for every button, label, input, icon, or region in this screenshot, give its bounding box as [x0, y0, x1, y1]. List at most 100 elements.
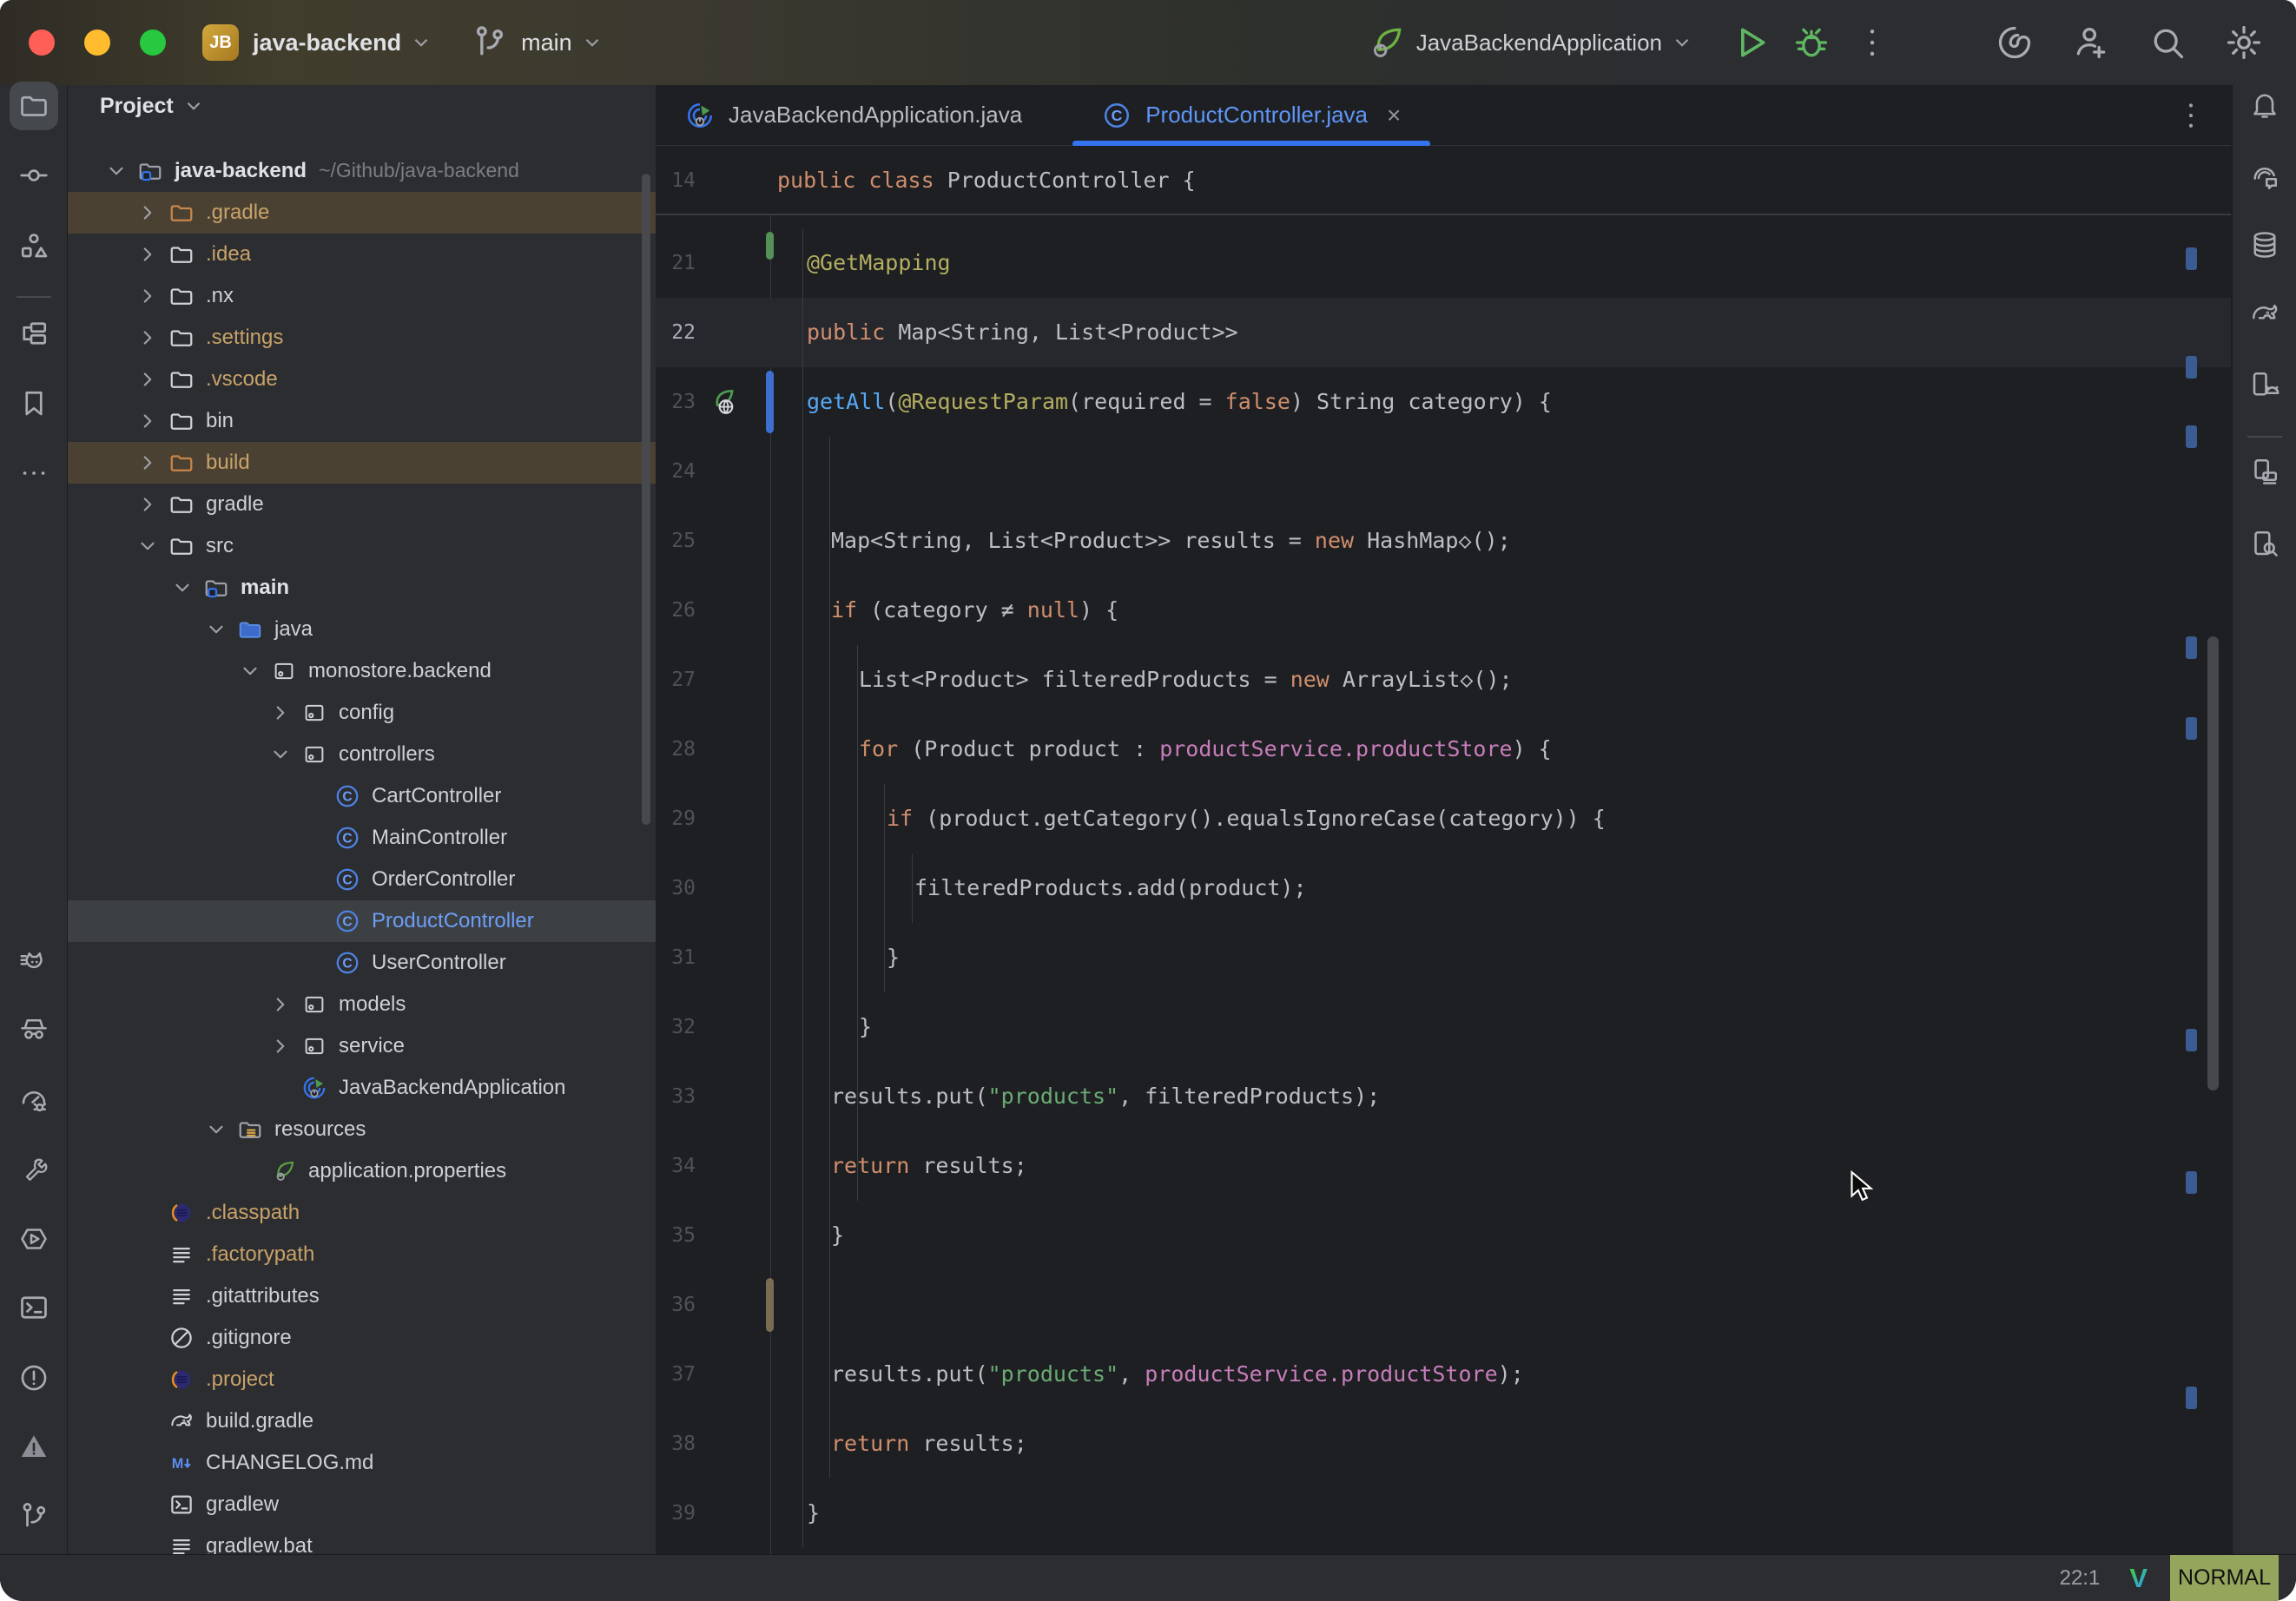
toolwindow-button-more-tool-windows[interactable]	[10, 449, 58, 497]
code-line-37[interactable]: 37results.put("products", productService…	[656, 1340, 2231, 1409]
add-user-icon[interactable]	[2072, 23, 2110, 62]
code-line-39[interactable]: 39}	[656, 1479, 2231, 1548]
tab-javabackendapplication[interactable]: JavaBackendApplication.java	[656, 85, 1052, 146]
tree-item-changelog-md[interactable]: MCHANGELOG.md	[68, 1442, 656, 1484]
tree-item-gradle[interactable]: gradle	[68, 484, 656, 525]
toolwindow-button-structure[interactable]	[10, 221, 58, 270]
code-line-27[interactable]: 27List<Product> filteredProducts = new A…	[656, 645, 2231, 715]
tree-item-config[interactable]: config	[68, 692, 656, 734]
project-tree-scrollbar[interactable]	[642, 174, 650, 825]
vim-mode-badge[interactable]: NORMAL	[2170, 1555, 2279, 1601]
run-configuration-select[interactable]: JavaBackendApplication	[1416, 30, 1662, 56]
code-line-36[interactable]: 36	[656, 1270, 2231, 1340]
error-stripe-changed-mark[interactable]	[2186, 1387, 2197, 1409]
error-stripe-changed-mark[interactable]	[2186, 717, 2197, 740]
code-line-26[interactable]: 26if (category ≠ null) {	[656, 576, 2231, 645]
kebab-menu-icon[interactable]	[1853, 23, 1891, 62]
toolwindow-button-bookmarks[interactable]	[10, 379, 58, 428]
tree-item-ordercontroller[interactable]: COrderController	[68, 859, 656, 900]
ai-assistant-icon[interactable]	[1996, 23, 2034, 62]
code-editor[interactable]: 21@GetMapping22public Map<String, List<P…	[656, 217, 2231, 1554]
chevron-right-icon[interactable]	[136, 285, 159, 307]
tree-item-service[interactable]: service	[68, 1025, 656, 1067]
chevron-down-icon[interactable]	[269, 743, 292, 766]
toolwindow-button-warnings[interactable]	[10, 1422, 58, 1471]
tree-item--nx[interactable]: .nx	[68, 275, 656, 317]
chevron-down-icon[interactable]	[136, 535, 159, 557]
caret-position[interactable]: 22:1	[2060, 1566, 2101, 1591]
code-line-22[interactable]: 22public Map<String, List<Product>>	[656, 298, 2231, 367]
code-line-30[interactable]: 30filteredProducts.add(product);	[656, 853, 2231, 923]
chevron-right-icon[interactable]	[136, 410, 159, 432]
tree-item--project[interactable]: .project	[68, 1359, 656, 1400]
tree-item--vscode[interactable]: .vscode	[68, 359, 656, 400]
close-window-button[interactable]	[29, 30, 55, 56]
code-line-14[interactable]: 14public class ProductController {	[656, 146, 2231, 215]
tree-item--gitattributes[interactable]: .gitattributes	[68, 1275, 656, 1317]
toolwindow-button-profiler[interactable]	[10, 1077, 58, 1125]
error-stripe-changed-mark[interactable]	[2186, 1029, 2197, 1051]
request-mapping-globe-icon[interactable]	[706, 385, 739, 418]
code-line-32[interactable]: 32}	[656, 992, 2231, 1062]
tree-item-maincontroller[interactable]: CMainController	[68, 817, 656, 859]
code-line-34[interactable]: 34return results;	[656, 1131, 2231, 1201]
error-stripe-changed-mark[interactable]	[2186, 425, 2197, 448]
code-line-38[interactable]: 38return results;	[656, 1409, 2231, 1479]
chevron-right-icon[interactable]	[136, 201, 159, 224]
tree-item-application-properties[interactable]: application.properties	[68, 1150, 656, 1192]
toolwindow-button-ai-assistant-chat[interactable]	[2240, 153, 2289, 201]
tab-options-kebab-icon[interactable]	[2174, 98, 2208, 133]
search-icon[interactable]	[2148, 23, 2187, 62]
tree-item-usercontroller[interactable]: CUserController	[68, 942, 656, 984]
toolwindow-button-device-explorer[interactable]	[2240, 519, 2289, 568]
tree-item-java-backend[interactable]: java-backend~/Github/java-backend	[68, 150, 656, 192]
minimize-window-button[interactable]	[84, 30, 110, 56]
tree-item-productcontroller[interactable]: CProductController	[68, 900, 656, 942]
settings-gear-icon[interactable]	[2225, 23, 2263, 62]
code-line-21[interactable]: 21@GetMapping	[656, 228, 2231, 298]
toolwindow-button-problems[interactable]	[10, 1354, 58, 1402]
chevron-down-icon[interactable]	[205, 1118, 228, 1141]
code-line-25[interactable]: 25Map<String, List<Product>> results = n…	[656, 506, 2231, 576]
chevron-right-icon[interactable]	[136, 326, 159, 349]
code-line-28[interactable]: 28for (Product product : productService.…	[656, 715, 2231, 784]
tree-item-monostore-backend[interactable]: monostore.backend	[68, 650, 656, 692]
chevron-right-icon[interactable]	[136, 451, 159, 474]
toolwindow-button-git-branch[interactable]	[10, 1491, 58, 1539]
branch-menu[interactable]: main	[521, 30, 572, 56]
toolwindow-button-gradle[interactable]	[2240, 289, 2289, 338]
tree-item-bin[interactable]: bin	[68, 400, 656, 442]
toolwindow-button-device-mirror[interactable]	[2240, 447, 2289, 496]
project-name-menu[interactable]: java-backend	[253, 30, 401, 56]
code-line-31[interactable]: 31}	[656, 923, 2231, 992]
tree-item-gradlew[interactable]: gradlew	[68, 1484, 656, 1525]
tree-item--gitignore[interactable]: .gitignore	[68, 1317, 656, 1359]
tab-productcontroller[interactable]: C ProductController.java ×	[1072, 85, 1430, 146]
tree-item-src[interactable]: src	[68, 525, 656, 567]
chevron-right-icon[interactable]	[269, 993, 292, 1016]
tree-item-main[interactable]: main	[68, 567, 656, 609]
tree-item--idea[interactable]: .idea	[68, 234, 656, 275]
tree-item-build-gradle[interactable]: build.gradle	[68, 1400, 656, 1442]
tree-item--classpath[interactable]: .classpath	[68, 1192, 656, 1234]
tree-item-javabackendapplication[interactable]: JavaBackendApplication	[68, 1067, 656, 1109]
fullscreen-window-button[interactable]	[140, 30, 166, 56]
vcs-added-marker[interactable]	[766, 232, 774, 260]
tree-item-cartcontroller[interactable]: CCartController	[68, 775, 656, 817]
toolwindow-button-copilot-cat[interactable]	[10, 938, 58, 986]
tree-item-resources[interactable]: resources	[68, 1109, 656, 1150]
chevron-right-icon[interactable]	[136, 493, 159, 516]
toolwindow-button-terminal[interactable]	[10, 1283, 58, 1332]
code-line-24[interactable]: 24	[656, 437, 2231, 506]
chevron-right-icon[interactable]	[136, 368, 159, 391]
toolwindow-button-running-devices[interactable]	[2240, 360, 2289, 409]
close-tab-icon[interactable]: ×	[1387, 102, 1401, 129]
chevron-right-icon[interactable]	[269, 702, 292, 724]
toolwindow-button-build[interactable]	[10, 309, 58, 358]
chevron-right-icon[interactable]	[136, 243, 159, 266]
tree-item--factorypath[interactable]: .factorypath	[68, 1234, 656, 1275]
error-stripe-changed-mark[interactable]	[2186, 1171, 2197, 1194]
error-stripe-changed-mark[interactable]	[2186, 636, 2197, 659]
code-line-29[interactable]: 29if (product.getCategory().equalsIgnore…	[656, 784, 2231, 853]
code-line-35[interactable]: 35}	[656, 1201, 2231, 1270]
